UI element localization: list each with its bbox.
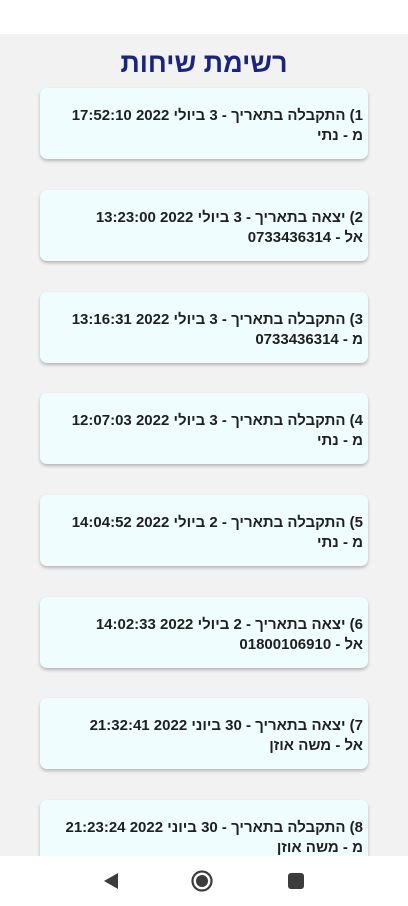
recents-square-icon [288, 873, 304, 889]
call-item-summary: 1) התקבלה בתאריך - 3 ביולי 2022 17:52:10 [71, 107, 363, 124]
call-item-contact: מ - נתי [317, 127, 363, 144]
call-item[interactable]: 5) התקבלה בתאריך - 2 ביולי 2022 14:04:52… [40, 495, 368, 566]
status-bar [0, 0, 408, 34]
call-item[interactable]: 3) התקבלה בתאריך - 3 ביולי 2022 13:16:31… [40, 292, 368, 363]
page-title: רשימת שיחות [120, 48, 288, 78]
back-triangle-icon [104, 873, 118, 889]
call-item-contact: מ - נתי [317, 432, 363, 449]
call-item[interactable]: 8) התקבלה בתאריך - 30 ביוני 2022 21:23:2… [40, 800, 368, 856]
system-nav-bar [0, 856, 408, 906]
call-item-summary: 6) יצאה בתאריך - 2 ביולי 2022 14:02:33 [95, 616, 363, 633]
call-item-summary: 4) התקבלה בתאריך - 3 ביולי 2022 12:07:03 [71, 412, 363, 429]
call-item[interactable]: 7) יצאה בתאריך - 30 ביוני 2022 21:32:41 … [40, 698, 368, 769]
call-item-summary: 3) התקבלה בתאריך - 3 ביולי 2022 13:16:31 [71, 311, 363, 328]
recents-button[interactable] [284, 869, 308, 893]
call-item-summary: 8) התקבלה בתאריך - 30 ביוני 2022 21:23:2… [65, 819, 363, 836]
call-item-summary: 7) יצאה בתאריך - 30 ביוני 2022 21:32:41 [89, 717, 363, 734]
call-list-screen[interactable]: רשימת שיחות 1) התקבלה בתאריך - 3 ביולי 2… [0, 34, 408, 856]
call-item-summary: 2) יצאה בתאריך - 3 ביולי 2022 13:23:00 [95, 209, 363, 226]
call-item-contact: אל - 0733436314 [247, 229, 363, 246]
call-item-contact: מ - נתי [317, 534, 363, 551]
home-button[interactable] [190, 869, 214, 893]
call-item[interactable]: 2) יצאה בתאריך - 3 ביולי 2022 13:23:00 א… [40, 190, 368, 261]
call-item-contact: מ - 0733436314 [255, 331, 363, 348]
home-circle-icon [191, 870, 213, 892]
back-button[interactable] [99, 869, 123, 893]
call-item-contact: אל - 01800106910 [239, 636, 363, 653]
call-item[interactable]: 6) יצאה בתאריך - 2 ביולי 2022 14:02:33 א… [40, 597, 368, 668]
call-item-contact: אל - משה אוזן [269, 737, 363, 754]
call-item-summary: 5) התקבלה בתאריך - 2 ביולי 2022 14:04:52 [71, 514, 363, 531]
call-item-contact: מ - משה אוזן [276, 839, 363, 856]
call-item[interactable]: 4) התקבלה בתאריך - 3 ביולי 2022 12:07:03… [40, 393, 368, 464]
call-item[interactable]: 1) התקבלה בתאריך - 3 ביולי 2022 17:52:10… [40, 88, 368, 159]
